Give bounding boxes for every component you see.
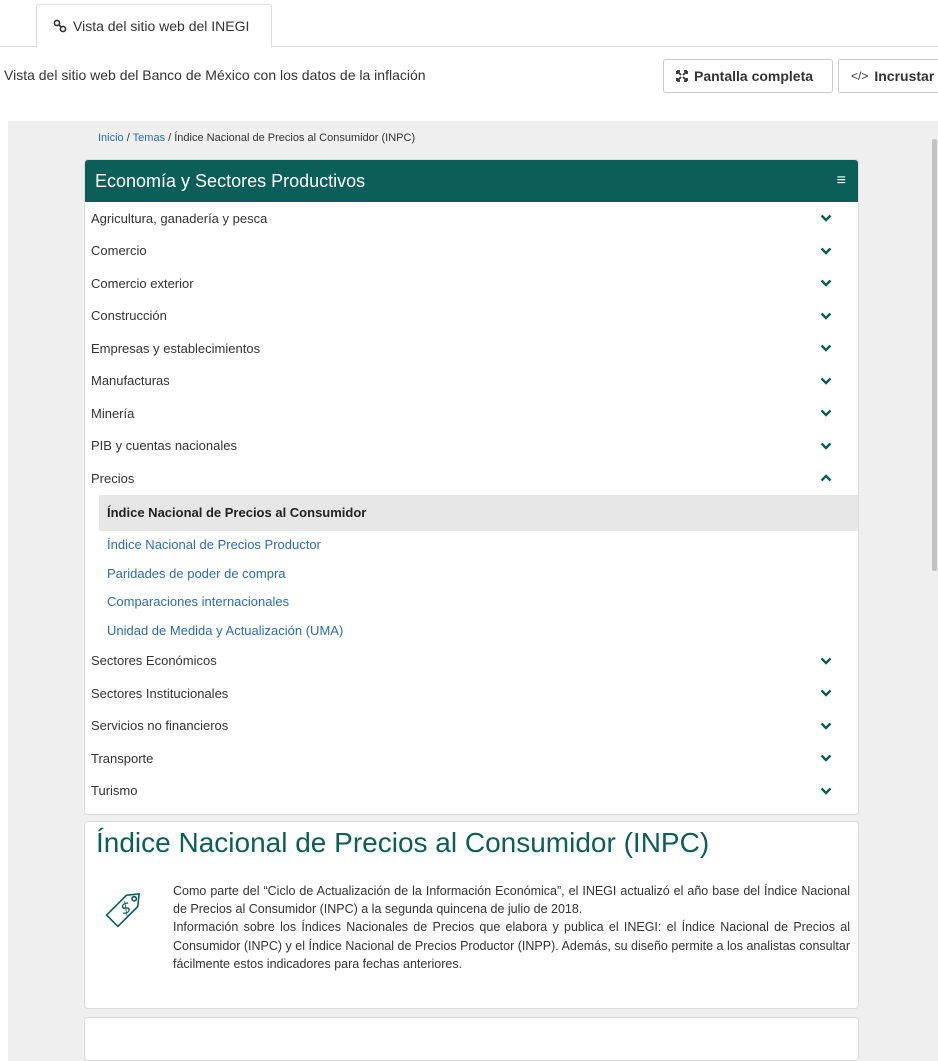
embed-button[interactable]: </> Incrustar [838,59,938,93]
menu-item-agricultura-ganaderia-y-pesca[interactable]: Agricultura, ganadería y pesca [85,202,858,235]
chevron-down-icon [820,377,832,385]
tab-inegi-site-view[interactable]: Vista del sitio web del INEGI [36,4,272,48]
fullscreen-button[interactable]: Pantalla completa [663,59,833,93]
menu-items-group: Sectores Económicos Sectores Instituciona… [85,645,858,808]
hamburger-icon[interactable]: ≡ [837,172,846,190]
expand-icon [676,70,688,82]
menu-item-empresas-y-establecimientos[interactable]: Empresas y establecimientos [85,332,858,365]
menu-item-comercio[interactable]: Comercio [85,235,858,268]
chevron-down-icon [820,344,832,352]
breadcrumb-separator: / [165,132,175,144]
menu-item-label: Sectores Institucionales [91,685,229,701]
embedded-site-frame[interactable]: Inicio / Temas / Índice Nacional de Prec… [8,121,938,1061]
menu-item-label: PIB y cuentas nacionales [91,438,237,454]
menu-items-group: Agricultura, ganadería y pesca Comercio Co… [85,202,858,462]
chevron-down-icon [820,214,832,222]
chevron-down-icon [820,722,832,730]
scrollbar[interactable] [930,121,938,1061]
submenu-link-paridades-de-poder-de-compra[interactable]: Paridades de poder de compra [107,559,858,588]
info-text: Como parte del “Ciclo de Actualización d… [95,882,850,973]
menu-item-label: Construcción [91,308,167,324]
embed-label: Incrustar [874,68,935,84]
menu-item-comercio-exterior[interactable]: Comercio exterior [85,267,858,300]
menu-header[interactable]: Economía y Sectores Productivos ≡ [85,160,858,202]
menu-item-manufacturas[interactable]: Manufacturas [85,365,858,398]
fullscreen-label: Pantalla completa [694,68,814,84]
chevron-down-icon [820,409,832,417]
breadcrumb: Inicio / Temas / Índice Nacional de Prec… [98,132,415,144]
menu-item-mineria[interactable]: Minería [85,397,858,430]
submenu-link-indice-nacional-de-precios-productor[interactable]: Índice Nacional de Precios Productor [107,531,858,560]
embed-description: Vista del sitio web del Banco de México … [4,67,426,83]
menu-item-label: Minería [91,405,135,421]
menu-title: Economía y Sectores Productivos [95,170,366,191]
menu-item-label: Turismo [91,783,138,799]
menu-item-label: Empresas y establecimientos [91,340,261,356]
chevron-down-icon [820,657,832,665]
menu-item-label: Transporte [91,750,154,766]
menu-item-label: Servicios no financieros [91,718,229,734]
info-paragraph-2: Información sobre los Índices Nacionales… [173,920,850,971]
code-icon: </> [851,69,869,83]
breadcrumb-separator: / [123,132,133,144]
link-icon [53,19,67,33]
chevron-down-icon [820,754,832,762]
breadcrumb-home-link[interactable]: Inicio [98,132,124,144]
menu-item-servicios-no-financieros[interactable]: Servicios no financieros [85,710,858,743]
menu-item-label: Agricultura, ganadería y pesca [91,210,268,226]
submenu-item-inpc-active[interactable]: Índice Nacional de Precios al Consumidor [99,494,858,531]
tab-label: Vista del sitio web del INEGI [73,18,250,34]
chevron-down-icon [820,787,832,795]
menu-item-turismo[interactable]: Turismo [85,775,858,808]
chevron-down-icon [820,442,832,450]
menu-item-label: Precios [91,470,135,486]
menu-item-sectores-economicos[interactable]: Sectores Económicos [85,645,858,678]
menu-item-sectores-institucionales[interactable]: Sectores Institucionales [85,677,858,710]
menu-item-label: Comercio [91,243,147,259]
submenu-links-group: Índice Nacional de Precios Productor Pari… [85,531,858,645]
info-paragraph-1: Como parte del “Ciclo de Actualización d… [173,884,850,917]
breadcrumb-current: Índice Nacional de Precios al Consumidor… [174,132,416,144]
chevron-down-icon [820,279,832,287]
menu-item-label: Manufacturas [91,373,170,389]
menu-item-precios[interactable]: Precios [85,462,858,495]
submenu-link-comparaciones-internacionales[interactable]: Comparaciones internacionales [107,588,858,617]
menu-item-transporte[interactable]: Transporte [85,742,858,775]
page-title: Índice Nacional de Precios al Consumidor… [96,827,710,858]
tab-bar: Vista del sitio web del INEGI [0,0,938,48]
content-card-empty [84,1017,859,1061]
inpc-info-card: Índice Nacional de Precios al Consumidor… [84,821,859,1009]
menu-item-pib-y-cuentas-nacionales[interactable]: PIB y cuentas nacionales [85,430,858,463]
menu-item-construccion[interactable]: Construcción [85,300,858,333]
chevron-up-icon [820,474,832,482]
scrollbar-thumb[interactable] [932,139,937,571]
menu-item-label: Sectores Económicos [91,653,217,669]
chevron-down-icon [820,312,832,320]
breadcrumb-topics-link[interactable]: Temas [133,132,165,144]
chevron-down-icon [820,247,832,255]
menu-item-label: Comercio exterior [91,275,194,291]
submenu-link-unidad-de-medida-y-actualizacion-uma[interactable]: Unidad de Medida y Actualización (UMA) [107,616,858,645]
chevron-down-icon [820,689,832,697]
topics-menu: Economía y Sectores Productivos ≡ Agricu… [84,159,859,815]
